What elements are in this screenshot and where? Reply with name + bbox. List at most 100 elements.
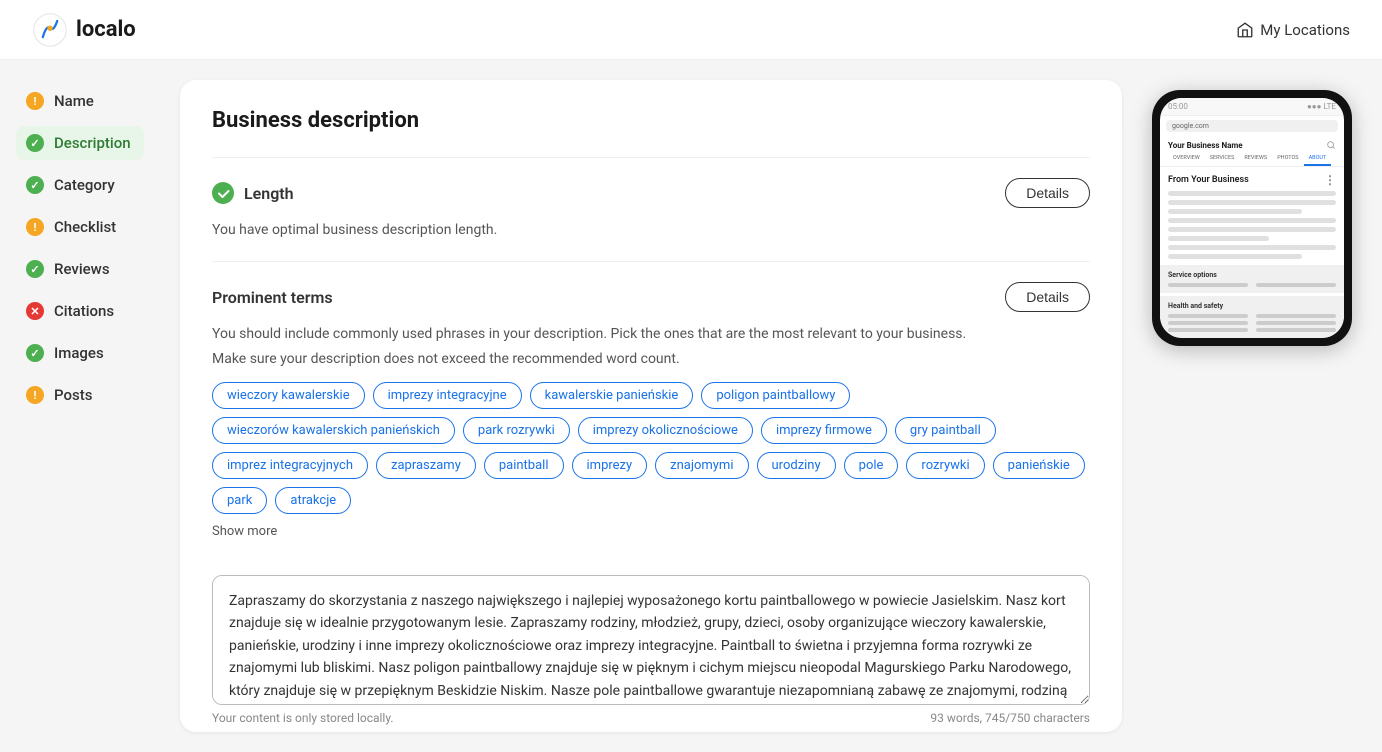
phone-line-8 [1168, 254, 1302, 259]
main-card: Business description Length Details You … [180, 80, 1122, 732]
sidebar-item-description[interactable]: ✓ Description [16, 126, 144, 160]
tag-4[interactable]: wieczorów kawalerskich panieńskich [212, 417, 455, 444]
textarea-footer-left: Your content is only stored locally. [212, 711, 394, 725]
phone-health-line-2 [1256, 314, 1336, 318]
nav-locations-label: My Locations [1260, 21, 1350, 39]
sidebar-item-citations[interactable]: ✕ Citations [16, 294, 144, 328]
tag-14[interactable]: urodziny [757, 452, 836, 479]
sidebar-label-checklist: Checklist [54, 218, 116, 236]
tag-10[interactable]: zapraszamy [376, 452, 476, 479]
prominent-section-title: Prominent terms [212, 288, 333, 307]
home-icon [1236, 21, 1254, 39]
phone-health-line-1 [1168, 314, 1248, 318]
phone-line-4 [1168, 218, 1336, 223]
tag-9[interactable]: imprez integracyjnych [212, 452, 368, 479]
tag-17[interactable]: panieńskie [993, 452, 1085, 479]
sidebar-label-posts: Posts [54, 386, 92, 404]
status-dot-citations: ✕ [26, 302, 44, 320]
length-description: You have optimal business description le… [212, 220, 1090, 241]
phone-signal: ●●● LTE [1307, 102, 1336, 111]
phone-line-7 [1168, 245, 1336, 250]
phone-health-line-3 [1168, 321, 1248, 325]
phone-health-title: Health and safety [1168, 302, 1336, 310]
length-section: Length Details You have optimal business… [212, 157, 1090, 261]
phone-small-line-2 [1256, 283, 1336, 287]
textarea-footer-right: 93 words, 745/750 characters [930, 711, 1090, 725]
phone-tab-about: ABOUT [1304, 152, 1332, 166]
phone-from-biz-label: From Your Business [1168, 175, 1249, 185]
tag-5[interactable]: park rozrywki [463, 417, 570, 444]
length-title-row: Length [212, 182, 294, 204]
prominent-desc-2: Make sure your description does not exce… [212, 349, 1090, 370]
phone-line-5 [1168, 227, 1336, 232]
phone-more-icon: ⋮ [1324, 173, 1336, 187]
phone-line-2 [1168, 200, 1336, 205]
phone-service-lines [1168, 283, 1336, 287]
sidebar-item-images[interactable]: ✓ Images [16, 336, 144, 370]
status-dot-description: ✓ [26, 134, 44, 152]
status-dot-checklist: ! [26, 218, 44, 236]
phone-url-bar: google.com [1166, 120, 1338, 132]
show-more-link[interactable]: Show more [212, 524, 277, 539]
tag-3[interactable]: poligon paintballowy [701, 382, 850, 409]
phone-health-section: Health and safety [1160, 296, 1344, 338]
sidebar-item-reviews[interactable]: ✓ Reviews [16, 252, 144, 286]
phone-time: 05:00 [1168, 102, 1188, 111]
tag-19[interactable]: atrakcje [275, 487, 351, 514]
phone-mockup: 05:00 ●●● LTE google.com Your Business N… [1152, 90, 1352, 346]
tag-12[interactable]: imprezy [572, 452, 648, 479]
length-details-button[interactable]: Details [1005, 178, 1090, 208]
tag-15[interactable]: pole [844, 452, 899, 479]
tags-container: wieczory kawalerskie imprezy integracyjne… [212, 382, 1090, 514]
tag-0[interactable]: wieczory kawalerskie [212, 382, 365, 409]
phone-health-lines [1168, 314, 1336, 332]
phone-health-line-4 [1256, 321, 1336, 325]
tag-11[interactable]: paintball [484, 452, 564, 479]
logo: localo [32, 12, 136, 48]
phone-text-lines [1160, 191, 1344, 259]
phone-tab-overview: OVERVIEW [1168, 152, 1205, 166]
tag-16[interactable]: rozrywki [906, 452, 984, 479]
tag-7[interactable]: imprezy firmowe [761, 417, 887, 444]
tag-2[interactable]: kawalerskie panieńskie [530, 382, 694, 409]
sidebar-label-reviews: Reviews [54, 260, 110, 278]
tag-8[interactable]: gry paintball [895, 417, 996, 444]
prominent-details-button[interactable]: Details [1005, 282, 1090, 312]
sidebar: ! Name ✓ Description ✓ Category ! Checkl… [0, 60, 160, 752]
prominent-desc-1: You should include commonly used phrases… [212, 324, 1090, 345]
status-dot-name: ! [26, 92, 44, 110]
phone-biz-name: Your Business Name [1168, 141, 1243, 150]
phone-top-bar: 05:00 ●●● LTE [1160, 98, 1344, 116]
prominent-title-row: Prominent terms [212, 288, 333, 307]
status-dot-category: ✓ [26, 176, 44, 194]
tag-1[interactable]: imprezy integracyjne [373, 382, 522, 409]
page-title: Business description [212, 108, 1090, 133]
tag-18[interactable]: park [212, 487, 267, 514]
sidebar-item-checklist[interactable]: ! Checklist [16, 210, 144, 244]
phone-tab-photos: PHOTOS [1272, 152, 1303, 166]
preview-panel: 05:00 ●●● LTE google.com Your Business N… [1142, 80, 1362, 732]
phone-health-row-2 [1168, 321, 1336, 325]
sidebar-label-category: Category [54, 176, 115, 194]
phone-service-title: Service options [1168, 271, 1336, 279]
phone-tab-reviews: REVIEWS [1239, 152, 1272, 166]
sidebar-label-name: Name [54, 92, 94, 110]
phone-tabs: OVERVIEW SERVICES REVIEWS PHOTOS ABOUT [1160, 152, 1344, 167]
logo-text: localo [76, 17, 136, 42]
sidebar-item-posts[interactable]: ! Posts [16, 378, 144, 412]
phone-health-row-1 [1168, 314, 1336, 318]
status-dot-reviews: ✓ [26, 260, 44, 278]
description-textarea[interactable] [212, 575, 1090, 705]
phone-line-3 [1168, 209, 1302, 214]
sidebar-item-name[interactable]: ! Name [16, 84, 144, 118]
status-dot-images: ✓ [26, 344, 44, 362]
prominent-section: Prominent terms Details You should inclu… [212, 261, 1090, 559]
nav-locations[interactable]: My Locations [1236, 21, 1350, 39]
status-dot-posts: ! [26, 386, 44, 404]
sidebar-item-category[interactable]: ✓ Category [16, 168, 144, 202]
tag-13[interactable]: znajomymi [655, 452, 748, 479]
tag-6[interactable]: imprezy okolicznościowe [578, 417, 753, 444]
length-section-header: Length Details [212, 178, 1090, 208]
phone-tab-services: SERVICES [1205, 152, 1240, 166]
header: localo My Locations [0, 0, 1382, 60]
